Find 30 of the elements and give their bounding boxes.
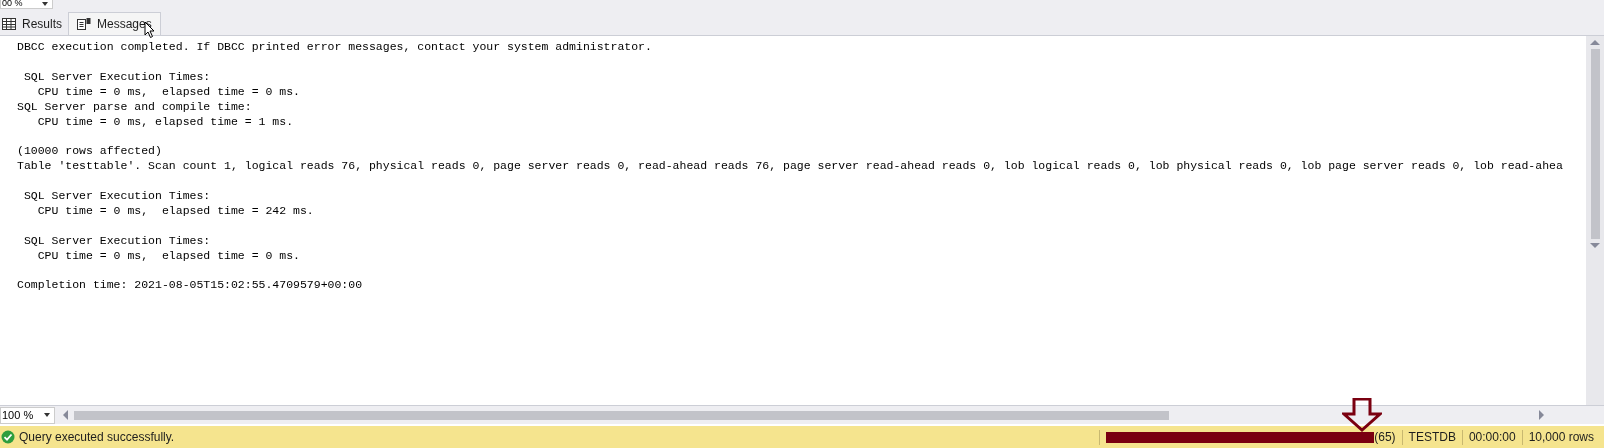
row-count: 10,000 rows [1528, 430, 1594, 444]
down-arrow-annotation [1342, 398, 1382, 432]
message-line: CPU time = 0 ms, elapsed time = 0 ms. [36, 84, 300, 100]
vertical-scrollbar[interactable] [1586, 36, 1604, 405]
message-line: DBCC execution completed. If DBCC printed error messages, contact your system administrator. [17, 40, 652, 55]
message-line: SQL Server parse and compile time: [17, 99, 252, 115]
message-line: CPU time = 0 ms, elapsed time = 1 ms. [36, 114, 294, 130]
message-line: CPU time = 0 ms, elapsed time = 0 ms. [36, 248, 300, 264]
tab[interactable]: Results [0, 13, 68, 35]
zoom-dropdown[interactable]: 100 % [0, 406, 55, 424]
elapsed-time: 00:00:00 [1468, 430, 1516, 444]
message-line: SQL Server Execution Times: [22, 69, 211, 85]
message-line: SQL Server Execution Times: [22, 233, 211, 249]
scrollbar-thumb[interactable] [1590, 49, 1600, 239]
status-message: Query executed successfully. [19, 430, 175, 444]
scrollbar-thumb[interactable] [74, 410, 1169, 420]
message-line: CPU time = 0 ms, elapsed time = 242 ms. [36, 203, 314, 219]
message-line: Completion time: 2021-08-05T15:02:55.4709579+00:00 [17, 278, 363, 294]
caret-icon [44, 413, 50, 417]
message-line: (10000 rows affected) [17, 144, 162, 160]
session-id: (65) [1374, 430, 1396, 444]
zoom-dropdown[interactable]: 00 % [0, 0, 53, 9]
tab[interactable]: Messages [68, 12, 161, 35]
scroll-down-icon[interactable] [1590, 243, 1600, 248]
document-icon [77, 18, 91, 30]
caret-icon [42, 1, 48, 6]
message-line: Table 'testtable'. Scan count 1, logical reads 76, physical reads 0, page server reads 0, read-ahead reads 76, page server read-ahead reads 0, lob logical reads 0, lob physical reads 0, lob page server reads 0, lob read-ahea [17, 159, 1563, 175]
message-line: SQL Server Execution Times: [22, 189, 211, 204]
grid-icon [2, 18, 16, 30]
database-name: TESTDB [1408, 430, 1456, 444]
